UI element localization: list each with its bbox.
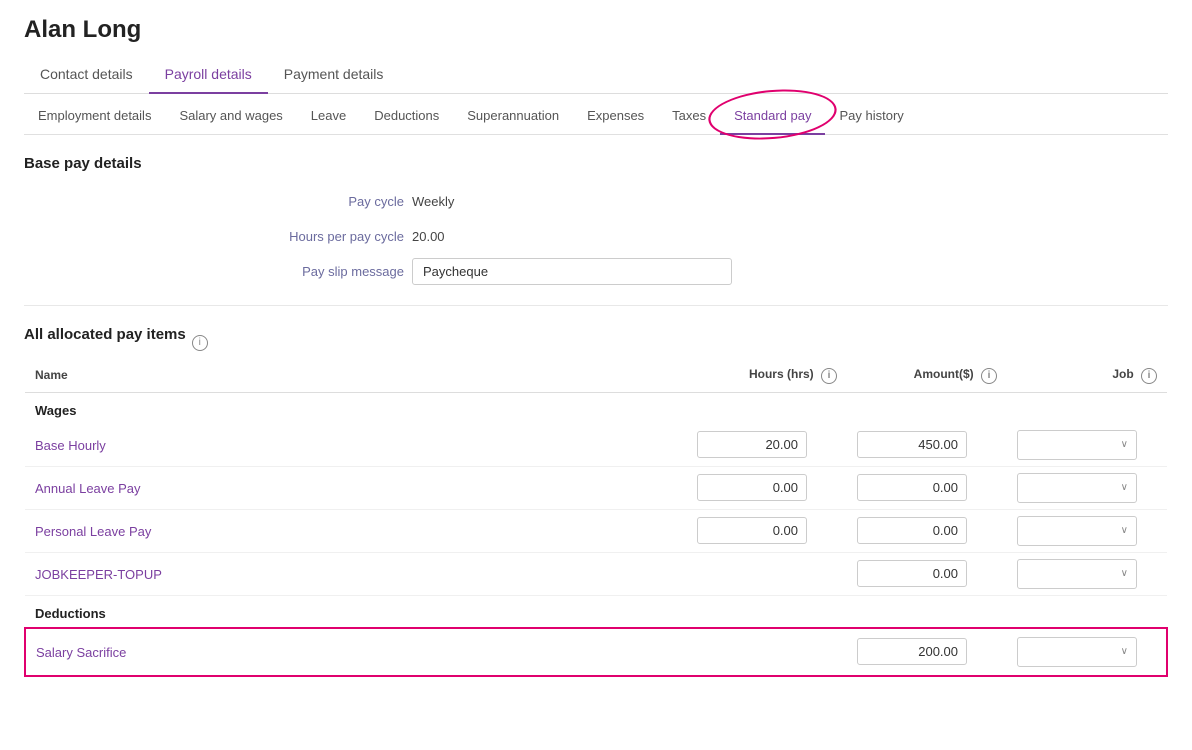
- base-hourly-hours-input[interactable]: [697, 431, 807, 458]
- hours-info-icon[interactable]: i: [821, 368, 837, 384]
- tab-contact[interactable]: Contact details: [24, 56, 149, 94]
- item-annual-leave[interactable]: Annual Leave Pay: [35, 481, 141, 496]
- personal-leave-hours-input[interactable]: [697, 517, 807, 544]
- group-deductions: Deductions: [25, 595, 1167, 628]
- payslip-label: Pay slip message: [184, 258, 404, 285]
- table-row: JOBKEEPER-TOPUP ∨: [25, 552, 1167, 595]
- col-job-header: Job i: [1007, 359, 1167, 392]
- col-hours-header: Hours (hrs) i: [687, 359, 847, 392]
- wages-group-label: Wages: [25, 392, 1167, 424]
- base-hourly-amount-input[interactable]: [857, 431, 967, 458]
- table-row-salary-sacrifice: Salary Sacrifice ∨: [25, 628, 1167, 676]
- item-salary-sacrifice[interactable]: Salary Sacrifice: [36, 645, 126, 660]
- pay-items-section: All allocated pay items i Name Hours (hr…: [24, 326, 1168, 677]
- pay-cycle-value: Weekly: [412, 188, 784, 209]
- item-jobkeeper[interactable]: JOBKEEPER-TOPUP: [35, 567, 162, 582]
- annual-leave-job-select[interactable]: ∨: [1017, 473, 1137, 503]
- sub-tab-salary[interactable]: Salary and wages: [165, 98, 296, 135]
- chevron-down-icon: ∨: [1121, 568, 1128, 579]
- hours-label: Hours per pay cycle: [184, 223, 404, 244]
- annual-leave-hours-input[interactable]: [697, 474, 807, 501]
- sub-tab-deductions[interactable]: Deductions: [360, 98, 453, 135]
- deductions-group-label: Deductions: [25, 595, 1167, 628]
- pay-items-info-icon[interactable]: i: [192, 335, 208, 351]
- chevron-down-icon: ∨: [1121, 439, 1128, 450]
- chevron-down-icon: ∨: [1121, 646, 1128, 657]
- amount-info-icon[interactable]: i: [981, 368, 997, 384]
- base-pay-title: Base pay details: [24, 155, 1168, 172]
- sub-tab-taxes[interactable]: Taxes: [658, 98, 720, 135]
- personal-leave-job-select[interactable]: ∨: [1017, 516, 1137, 546]
- base-hourly-job-select[interactable]: ∨: [1017, 430, 1137, 460]
- pay-items-title-row: All allocated pay items i: [24, 326, 1168, 359]
- base-pay-grid: Pay cycle Weekly Hours per pay cycle 20.…: [184, 188, 784, 285]
- page-title: Alan Long: [24, 16, 1168, 44]
- base-pay-section: Base pay details Pay cycle Weekly Hours …: [24, 155, 1168, 285]
- salary-sacrifice-job-select[interactable]: ∨: [1017, 637, 1137, 667]
- table-row: Annual Leave Pay ∨: [25, 466, 1167, 509]
- payslip-message-input[interactable]: [412, 258, 732, 285]
- hours-value: 20.00: [412, 223, 784, 244]
- salary-sacrifice-amount-input[interactable]: [857, 638, 967, 665]
- sub-tab-leave[interactable]: Leave: [297, 98, 360, 135]
- sub-tab-pay-history[interactable]: Pay history: [825, 98, 917, 135]
- standard-pay-label: Standard pay: [734, 108, 811, 123]
- sub-tab-employment[interactable]: Employment details: [24, 98, 165, 135]
- sub-tabs-container: Employment details Salary and wages Leav…: [24, 94, 1168, 135]
- sub-tab-standard-pay[interactable]: Standard pay: [720, 98, 825, 135]
- chevron-down-icon: ∨: [1121, 482, 1128, 493]
- personal-leave-amount-input[interactable]: [857, 517, 967, 544]
- sub-tab-superannuation[interactable]: Superannuation: [453, 98, 573, 135]
- tab-payment[interactable]: Payment details: [268, 56, 400, 94]
- pay-cycle-label: Pay cycle: [184, 188, 404, 209]
- table-row: Base Hourly ∨: [25, 424, 1167, 467]
- jobkeeper-amount-input[interactable]: [857, 560, 967, 587]
- chevron-down-icon: ∨: [1121, 525, 1128, 536]
- table-row: Personal Leave Pay ∨: [25, 509, 1167, 552]
- col-amount-header: Amount($) i: [847, 359, 1007, 392]
- group-wages: Wages: [25, 392, 1167, 424]
- item-personal-leave[interactable]: Personal Leave Pay: [35, 524, 151, 539]
- job-info-icon[interactable]: i: [1141, 368, 1157, 384]
- annual-leave-amount-input[interactable]: [857, 474, 967, 501]
- section-divider: [24, 305, 1168, 306]
- jobkeeper-job-select[interactable]: ∨: [1017, 559, 1137, 589]
- top-tabs: Contact details Payroll details Payment …: [24, 56, 1168, 94]
- pay-items-title: All allocated pay items: [24, 326, 186, 343]
- tab-payroll[interactable]: Payroll details: [149, 56, 268, 94]
- sub-tab-expenses[interactable]: Expenses: [573, 98, 658, 135]
- item-base-hourly[interactable]: Base Hourly: [35, 438, 106, 453]
- pay-items-table: Name Hours (hrs) i Amount($) i Job i: [24, 359, 1168, 677]
- col-name-header: Name: [25, 359, 687, 392]
